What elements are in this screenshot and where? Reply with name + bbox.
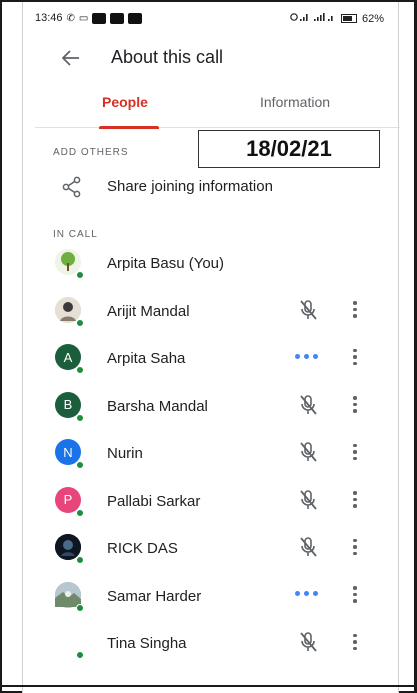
avatar-letter: B [63, 397, 73, 412]
online-indicator [76, 271, 84, 279]
app-bar: About this call [23, 38, 400, 78]
muted-mic-button[interactable] [295, 534, 321, 560]
participant-row[interactable]: Tina Singha [23, 623, 400, 671]
participant-row[interactable]: RICK DAS [23, 528, 400, 576]
muted-mic-button[interactable] [295, 297, 321, 323]
muted-mic-button[interactable] [295, 629, 321, 655]
online-indicator [76, 651, 84, 659]
avatar: P [55, 486, 84, 517]
online-indicator [76, 508, 84, 517]
notification-icon: ▭ [78, 12, 89, 24]
more-options-button[interactable] [345, 297, 365, 323]
date-stamp: 18/02/21 [198, 130, 380, 168]
online-indicator [76, 461, 84, 469]
page-title: About this call [111, 47, 224, 67]
share-icon [61, 176, 83, 198]
add-others-label: ADD OTHERS [53, 147, 129, 158]
participant-name: RICK DAS [107, 540, 178, 557]
signal-icon [290, 12, 336, 25]
online-indicator [76, 556, 84, 564]
back-button[interactable] [57, 44, 85, 72]
avatar: B [55, 391, 84, 422]
avatar [55, 296, 84, 327]
online-indicator [76, 603, 84, 612]
participant-name: Arpita Basu (You) [107, 255, 225, 272]
online-indicator [76, 413, 84, 422]
avatar-letter: N [63, 444, 73, 460]
more-options-button[interactable] [345, 344, 365, 370]
mic-off-icon [300, 489, 317, 510]
participant-row[interactable]: Arijit Mandal [23, 291, 400, 339]
avatar [55, 534, 84, 564]
participant-name: Arpita Saha [107, 350, 186, 367]
screenshot-frame: 13:46 ✆ ▭ 62% About this call People Inf… [0, 0, 417, 693]
participant-row[interactable]: Samar Harder [23, 576, 400, 624]
mic-off-icon [300, 537, 317, 557]
frame-bottom-border [2, 685, 414, 687]
muted-mic-button[interactable] [295, 439, 321, 465]
notification-block-icon [110, 12, 125, 24]
online-indicator [76, 366, 84, 374]
tab-information[interactable]: Information [260, 94, 330, 110]
muted-mic-button[interactable] [295, 487, 321, 513]
whatsapp-icon: ✆ [66, 12, 75, 24]
avatar [55, 581, 84, 612]
avatar: A [55, 344, 84, 374]
phone-screen: 13:46 ✆ ▭ 62% About this call People Inf… [22, 2, 400, 693]
avatar-letter: A [63, 349, 73, 365]
mic-off-icon [300, 442, 317, 462]
tab-people[interactable]: People [102, 94, 148, 110]
participant-row[interactable]: Arpita Basu (You) [23, 243, 400, 291]
more-options-button[interactable] [345, 582, 365, 608]
mic-off-icon [300, 394, 317, 415]
in-call-label: IN CALL [53, 229, 98, 240]
participant-name: Nurin [107, 445, 143, 462]
battery-icon [340, 14, 357, 23]
mic-off-icon [300, 299, 317, 320]
tab-bar: People Information [35, 84, 400, 129]
speaking-indicator-icon [295, 587, 323, 601]
mic-off-icon [300, 632, 317, 652]
participant-name: Pallabi Sarkar [107, 492, 201, 510]
more-options-button[interactable] [345, 534, 365, 560]
back-arrow-icon [62, 50, 79, 66]
status-time: 13:46 [35, 12, 63, 24]
participant-list: Arpita Basu (You) Arijit Mandal A Arpita… [23, 243, 400, 671]
avatar-letter: P [63, 492, 73, 507]
speaking-indicator-icon [295, 349, 323, 363]
more-options-button[interactable] [345, 439, 365, 465]
more-options-button[interactable] [345, 392, 365, 418]
battery-percent: 62% [361, 12, 384, 25]
more-options-button[interactable] [345, 629, 365, 655]
participant-row[interactable]: P Pallabi Sarkar [23, 481, 400, 529]
active-tab-indicator [99, 126, 159, 129]
more-options-button[interactable] [345, 487, 365, 513]
participant-name: Tina Singha [107, 635, 187, 652]
participant-row[interactable]: A Arpita Saha [23, 338, 400, 386]
notification-block-icon [128, 12, 143, 24]
participant-row[interactable]: N Nurin [23, 433, 400, 481]
muted-mic-button[interactable] [295, 392, 321, 418]
share-joining-info-row[interactable]: Share joining information [23, 168, 400, 208]
participant-name: Arijit Mandal [107, 302, 190, 320]
share-joining-info-label: Share joining information [107, 178, 273, 195]
status-bar: 13:46 ✆ ▭ 62% [23, 2, 400, 36]
avatar [55, 249, 84, 279]
participant-row[interactable]: B Barsha Mandal [23, 386, 400, 434]
avatar: N [55, 439, 84, 469]
online-indicator [76, 318, 84, 327]
notification-block-icon [92, 12, 107, 24]
avatar [55, 629, 84, 659]
participant-name: Samar Harder [107, 587, 202, 605]
participant-name: Barsha Mandal [107, 397, 208, 415]
